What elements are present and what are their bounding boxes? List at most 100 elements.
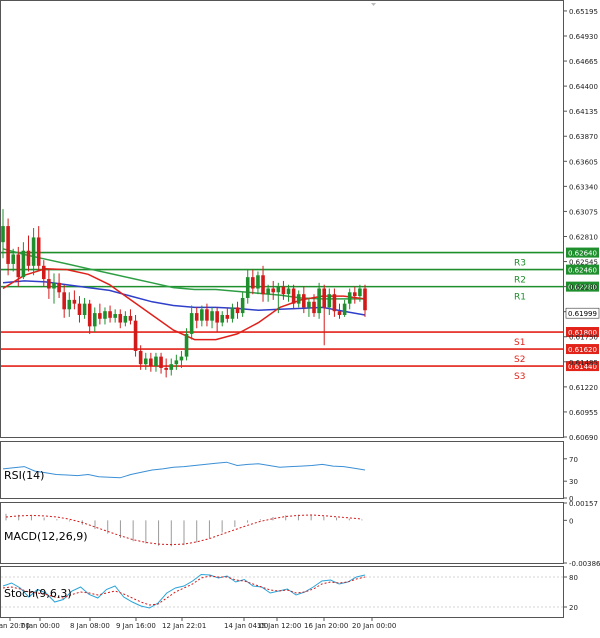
forex-chart: 0.62640R30.62460R20.62280R10.61800S10.61… bbox=[0, 0, 600, 630]
candle-body bbox=[363, 288, 367, 311]
candle-body bbox=[291, 288, 296, 304]
candle-body bbox=[133, 320, 138, 351]
price-tick-label: 0.63605 bbox=[569, 158, 598, 166]
macd-tick-label: 0.00157 bbox=[569, 500, 598, 508]
stoch-panel-frame bbox=[0, 566, 564, 618]
level-name-label: R2 bbox=[514, 276, 526, 286]
price-tick-label: 0.60955 bbox=[569, 409, 598, 417]
candle-body bbox=[347, 292, 352, 304]
candle-body bbox=[342, 303, 347, 315]
candle-body bbox=[235, 307, 240, 314]
level-name-label: S3 bbox=[514, 372, 525, 382]
candle-body bbox=[271, 288, 276, 293]
price-tick-label: 0.61220 bbox=[569, 384, 598, 392]
candle-body bbox=[358, 288, 362, 297]
candle-body bbox=[143, 358, 148, 365]
candle-body bbox=[16, 254, 21, 278]
candle-body bbox=[21, 250, 26, 278]
candle-body bbox=[317, 288, 321, 314]
candle-body bbox=[138, 350, 143, 365]
candle-body bbox=[332, 294, 337, 312]
candle-body bbox=[200, 309, 204, 321]
rsi-tick-label: 70 bbox=[569, 456, 578, 464]
time-tick-label: 7 Jan 00:00 bbox=[20, 622, 60, 630]
candle-body bbox=[77, 303, 82, 315]
candle-body bbox=[31, 237, 36, 266]
candle-body bbox=[337, 311, 342, 315]
macd-tick-label: -0.003863 bbox=[569, 560, 600, 568]
stoch-label: Stoch(9,6,3) bbox=[4, 587, 72, 600]
candle-body bbox=[118, 314, 123, 323]
time-tick-label: 16 Jan 20:00 bbox=[304, 622, 348, 630]
level-name-label: S1 bbox=[514, 338, 525, 348]
price-tick-label: 0.64135 bbox=[569, 108, 598, 116]
time-tick-label: 20 Jan 00:00 bbox=[352, 622, 396, 630]
candle-body bbox=[82, 303, 87, 315]
candle-body bbox=[353, 292, 357, 297]
chart-container: 0.62640 R3 0.62460 R2 0.62280 R1 0.61800 S1 0.61… bbox=[0, 0, 600, 634]
time-tick-label: 8 Jan 08:00 bbox=[70, 622, 110, 630]
price-tick-label: 0.63075 bbox=[569, 208, 598, 216]
stoch-tick-label: 20 bbox=[569, 604, 578, 612]
candle-body bbox=[67, 299, 72, 310]
price-tick-label: 0.62545 bbox=[569, 259, 598, 267]
candle-body bbox=[220, 314, 225, 323]
candle-body bbox=[256, 275, 260, 289]
macd-label: MACD(12,26,9) bbox=[4, 530, 88, 543]
candle-body bbox=[113, 314, 117, 318]
price-tick-label: 0.64930 bbox=[569, 33, 598, 41]
price-tick-label: 0.60690 bbox=[569, 434, 598, 442]
price-tick-label: 0.62280 bbox=[569, 284, 598, 292]
candle-body bbox=[286, 288, 291, 295]
candle-body bbox=[103, 311, 107, 319]
level-name-label: R3 bbox=[514, 259, 526, 269]
candle-body bbox=[92, 313, 97, 327]
candle-body bbox=[52, 282, 56, 289]
candle-body bbox=[41, 265, 46, 280]
rsi-panel-frame bbox=[0, 441, 564, 499]
candle-body bbox=[240, 297, 245, 314]
candle-body bbox=[312, 301, 316, 314]
candle-body bbox=[6, 226, 10, 264]
candle-body bbox=[307, 301, 311, 308]
candle-body bbox=[296, 294, 301, 304]
candle-body bbox=[108, 311, 112, 318]
candle-body bbox=[251, 277, 255, 289]
candle-body bbox=[36, 237, 41, 266]
candle-body bbox=[174, 360, 179, 365]
price-tick-label: 0.64665 bbox=[569, 58, 598, 66]
candle-body bbox=[261, 275, 265, 295]
candle-body bbox=[169, 364, 174, 370]
candle-body bbox=[164, 367, 168, 370]
candle-body bbox=[245, 277, 250, 298]
price-tick-label: 0.61485 bbox=[569, 359, 598, 367]
candle-body bbox=[281, 286, 286, 295]
price-tick-label: 0.64400 bbox=[569, 83, 598, 91]
price-tick-label: 0.65195 bbox=[569, 8, 598, 16]
candle-body bbox=[26, 250, 31, 266]
level-price-label: 0.62460 bbox=[568, 267, 597, 275]
candle-body bbox=[11, 254, 15, 264]
candle-body bbox=[189, 313, 194, 334]
time-tick-label: 15 Jan 12:00 bbox=[257, 622, 301, 630]
level-price-label: 0.62640 bbox=[568, 250, 597, 258]
candle-body bbox=[159, 356, 163, 368]
candle-body bbox=[1, 226, 5, 243]
current-price-label: 0.61999 bbox=[568, 310, 597, 318]
candle-body bbox=[87, 303, 92, 327]
candle-body bbox=[327, 294, 332, 308]
level-price-label: 0.61620 bbox=[568, 346, 597, 354]
candle-body bbox=[210, 311, 214, 321]
candle-body bbox=[154, 356, 158, 367]
candle-body bbox=[62, 292, 66, 310]
candle-body bbox=[266, 288, 270, 295]
stoch-tick-label: 80 bbox=[569, 574, 578, 582]
candle-body bbox=[47, 279, 51, 289]
price-tick-label: 0.61750 bbox=[569, 334, 598, 342]
rsi-label: RSI(14) bbox=[4, 469, 44, 482]
candle-body bbox=[123, 315, 128, 323]
candle-body bbox=[98, 313, 102, 319]
price-panel-frame bbox=[0, 0, 564, 438]
time-tick-label: 12 Jan 22:01 bbox=[162, 622, 206, 630]
price-tick-label: 0.63340 bbox=[569, 183, 598, 191]
